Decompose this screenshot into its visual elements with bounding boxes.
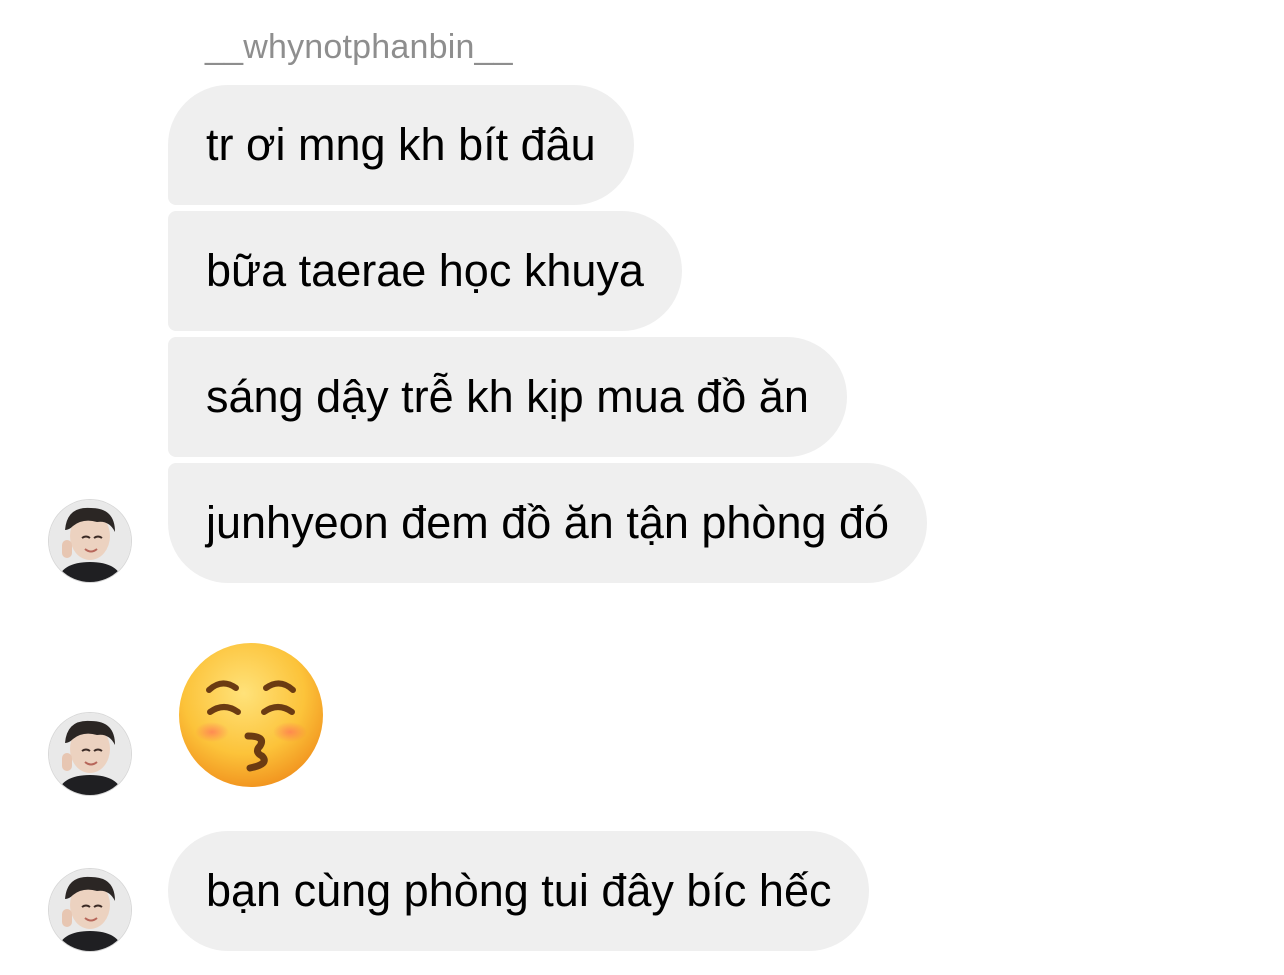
avatar[interactable] [49,500,131,582]
message-bubble[interactable]: sáng dậy trễ kh kịp mua đồ ăn [168,337,847,457]
avatar-photo [49,869,131,951]
message-bubble[interactable]: bạn cùng phòng tui đây bíc hếc [168,831,870,951]
avatar-photo [49,500,131,582]
message-bubble[interactable]: tr ơi mng kh bít đâu [168,85,634,205]
avatar-photo [49,713,131,795]
message-bubble[interactable]: bữa taerae học khuya [168,211,682,331]
kissing-face-with-closed-eyes-icon[interactable] [176,640,326,790]
avatar[interactable] [49,869,131,951]
sender-username[interactable]: __whynotphanbin__ [205,26,513,68]
message-bubble[interactable]: junhyeon đem đồ ăn tận phòng đó [168,463,928,583]
avatar[interactable] [49,713,131,795]
